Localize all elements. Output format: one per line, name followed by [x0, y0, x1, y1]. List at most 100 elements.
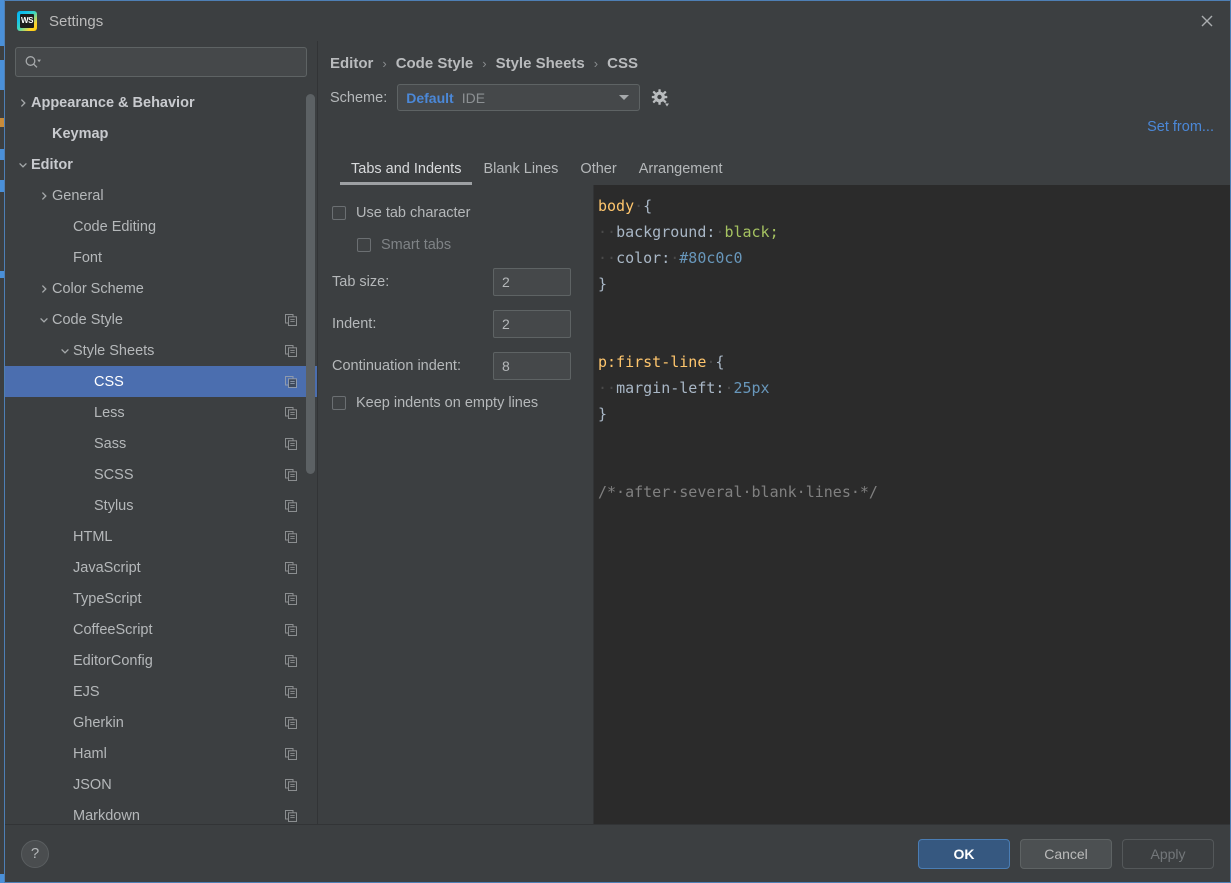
smart-tabs-checkbox-row[interactable]: Smart tabs [332, 229, 593, 261]
sidebar-item-editor[interactable]: Editor [5, 149, 317, 180]
keep-indents-checkbox[interactable] [332, 396, 346, 410]
chevron-right-icon[interactable] [36, 191, 52, 201]
sidebar-item-code-style[interactable]: Code Style [5, 304, 317, 335]
sidebar-item-markdown[interactable]: Markdown [5, 800, 317, 824]
search-input[interactable] [47, 54, 298, 70]
sidebar-item-scss[interactable]: SCSS [5, 459, 317, 490]
sidebar-item-javascript[interactable]: JavaScript [5, 552, 317, 583]
continuation-indent-input[interactable] [493, 352, 571, 380]
code-line: body·{ [598, 193, 1230, 219]
sidebar-item-style-sheets[interactable]: Style Sheets [5, 335, 317, 366]
code-preview-pane[interactable]: body·{··background:·black; ··color:·#80c0… [593, 185, 1230, 824]
keep-indents-checkbox-row[interactable]: Keep indents on empty lines [332, 387, 593, 419]
code-token: black; [724, 223, 779, 241]
copy-scheme-icon[interactable] [285, 313, 299, 326]
close-icon[interactable] [1184, 1, 1230, 41]
chevron-down-icon [617, 89, 631, 107]
sidebar-item-label: Appearance & Behavior [31, 94, 195, 111]
settings-tree[interactable]: Appearance & Behavior Keymap Editor General… [5, 87, 317, 824]
tab-arrangement[interactable]: Arrangement [628, 161, 734, 185]
sidebar-item-ejs[interactable]: EJS [5, 676, 317, 707]
sidebar-item-gherkin[interactable]: Gherkin [5, 707, 317, 738]
copy-scheme-icon[interactable] [285, 592, 299, 605]
sidebar-item-appearance-behavior[interactable]: Appearance & Behavior [5, 87, 317, 118]
breadcrumb-separator: › [382, 56, 387, 71]
chevron-down-icon[interactable] [36, 315, 52, 325]
copy-scheme-icon[interactable] [285, 685, 299, 698]
copy-scheme-icon[interactable] [285, 530, 299, 543]
sidebar-item-label: General [52, 187, 104, 204]
tab-size-input[interactable] [493, 268, 571, 296]
copy-scheme-icon[interactable] [285, 468, 299, 481]
chevron-right-icon[interactable] [15, 98, 31, 108]
chevron-down-icon[interactable] [15, 160, 31, 170]
scheme-label: Scheme: [330, 89, 388, 106]
sidebar-item-editorconfig[interactable]: EditorConfig [5, 645, 317, 676]
sidebar-item-label: Less [94, 404, 125, 421]
copy-scheme-icon[interactable] [285, 778, 299, 791]
copy-scheme-icon[interactable] [285, 344, 299, 357]
scheme-qualifier: IDE [461, 89, 486, 106]
gear-icon[interactable] [650, 88, 670, 108]
breadcrumb-item-editor[interactable]: Editor [330, 55, 373, 72]
code-token: { [715, 353, 725, 371]
sidebar-item-stylus[interactable]: Stylus [5, 490, 317, 521]
sidebar-item-coffeescript[interactable]: CoffeeScript [5, 614, 317, 645]
sidebar-item-haml[interactable]: Haml [5, 738, 317, 769]
tab-tabs-and-indents[interactable]: Tabs and Indents [340, 161, 473, 185]
set-from-link[interactable]: Set from... [1147, 119, 1214, 135]
use-tab-character-checkbox-row[interactable]: Use tab character [332, 197, 593, 229]
sidebar-item-label: EditorConfig [73, 652, 153, 669]
chevron-down-icon[interactable] [57, 346, 73, 356]
sidebar-item-css[interactable]: CSS [5, 366, 317, 397]
tab-other[interactable]: Other [569, 161, 627, 185]
search-box[interactable] [15, 47, 307, 77]
sidebar-item-typescript[interactable]: TypeScript [5, 583, 317, 614]
copy-scheme-icon[interactable] [285, 437, 299, 450]
cancel-button[interactable]: Cancel [1020, 838, 1112, 869]
copy-scheme-icon[interactable] [285, 623, 299, 636]
copy-scheme-icon[interactable] [285, 716, 299, 729]
copy-scheme-icon[interactable] [285, 654, 299, 667]
sidebar-item-font[interactable]: Font [5, 242, 317, 273]
webstorm-logo-icon: WS [17, 11, 37, 31]
sidebar-item-color-scheme[interactable]: Color Scheme [5, 273, 317, 304]
sidebar-item-label: Code Style [52, 311, 123, 328]
set-from-row: Set from... [318, 111, 1230, 135]
sidebar-item-html[interactable]: HTML [5, 521, 317, 552]
breadcrumb-item-code-style[interactable]: Code Style [396, 55, 474, 72]
code-token: body [598, 197, 635, 215]
copy-scheme-icon[interactable] [285, 406, 299, 419]
sidebar-item-code-editing[interactable]: Code Editing [5, 211, 317, 242]
sidebar-item-label: Editor [31, 156, 73, 173]
sidebar-item-json[interactable]: JSON [5, 769, 317, 800]
sidebar-item-label: Code Editing [73, 218, 157, 235]
settings-sidebar: Appearance & Behavior Keymap Editor General… [5, 41, 317, 824]
search-icon [24, 55, 42, 69]
tab-blank-lines[interactable]: Blank Lines [472, 161, 569, 185]
copy-scheme-icon[interactable] [285, 561, 299, 574]
breadcrumb-item-css: CSS [607, 55, 638, 72]
sidebar-item-label: JavaScript [73, 559, 141, 576]
copy-scheme-icon[interactable] [285, 375, 299, 388]
sidebar-item-keymap[interactable]: Keymap [5, 118, 317, 149]
chevron-right-icon[interactable] [36, 284, 52, 294]
code-token: 25px [733, 379, 770, 397]
indent-input[interactable] [493, 310, 571, 338]
ok-button[interactable]: OK [918, 838, 1010, 869]
copy-scheme-icon[interactable] [285, 809, 299, 822]
smart-tabs-checkbox[interactable] [357, 238, 371, 252]
sidebar-item-general[interactable]: General [5, 180, 317, 211]
code-token: p:first-line [598, 353, 707, 371]
copy-scheme-icon[interactable] [285, 747, 299, 760]
use-tab-character-checkbox[interactable] [332, 206, 346, 220]
sidebar-item-less[interactable]: Less [5, 397, 317, 428]
scheme-dropdown[interactable]: Default IDE [397, 84, 641, 111]
help-button[interactable]: ? [21, 839, 49, 868]
breadcrumb-item-style-sheets[interactable]: Style Sheets [496, 55, 585, 72]
sidebar-scrollbar-thumb[interactable] [306, 94, 315, 474]
copy-scheme-icon[interactable] [285, 499, 299, 512]
code-token: #80c0c0 [679, 249, 743, 267]
sidebar-item-sass[interactable]: Sass [5, 428, 317, 459]
